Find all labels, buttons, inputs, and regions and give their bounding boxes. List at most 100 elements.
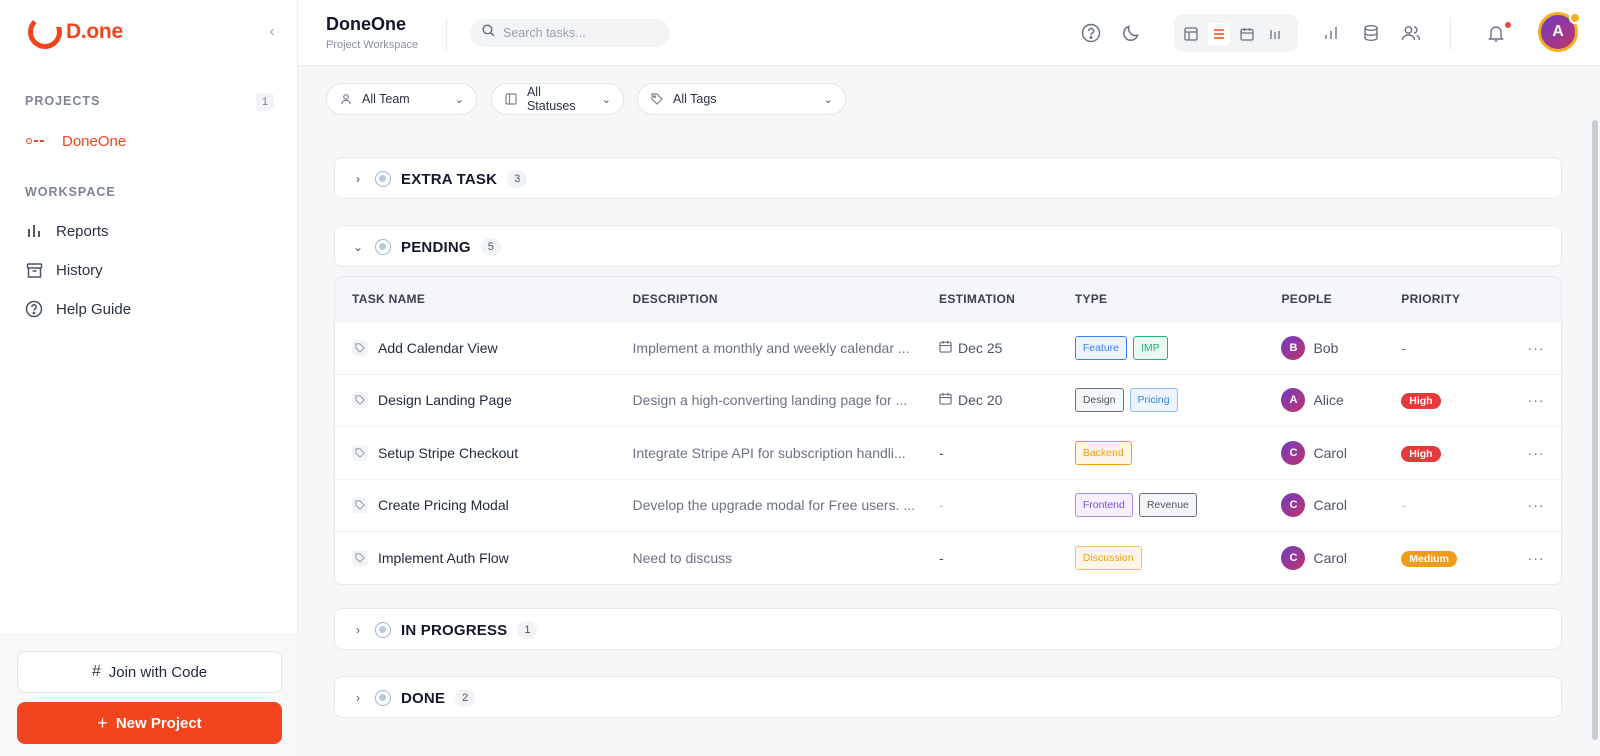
sidebar-item-reports[interactable]: Reports: [25, 218, 109, 244]
view-switcher: [1174, 14, 1298, 52]
type-tag[interactable]: Discussion: [1074, 545, 1142, 570]
avatar-status-badge: [1569, 12, 1581, 24]
status-circle-icon: [375, 239, 391, 255]
person-name: Alice: [1313, 392, 1344, 409]
type-tag[interactable]: IMP: [1133, 335, 1168, 360]
group-name: DONE: [401, 689, 446, 707]
priority-badge: High: [1401, 445, 1441, 462]
brand-logo[interactable]: D.one: [28, 14, 123, 50]
header-divider: [446, 18, 447, 50]
task-description: Integrate Stripe API for subscription ha…: [632, 444, 906, 461]
group-done: › DONE 2: [334, 676, 1562, 718]
hash-icon: #: [91, 663, 101, 680]
filter-tags-dropdown[interactable]: All Tags ⌄: [637, 83, 846, 115]
page-subtitle: Project Workspace: [326, 39, 419, 51]
task-name[interactable]: Create Pricing Modal: [378, 497, 509, 513]
task-description: Design a high-converting landing page fo…: [632, 392, 908, 409]
pending-task-table: TASK NAME DESCRIPTION ESTIMATION TYPE PE…: [334, 276, 1562, 585]
database-icon[interactable]: [1358, 20, 1384, 46]
person-name: Bob: [1313, 339, 1339, 356]
table-header: TASK NAME DESCRIPTION ESTIMATION TYPE PE…: [335, 277, 1561, 321]
type-tag[interactable]: Design: [1074, 388, 1124, 413]
priority-value: -: [1401, 497, 1406, 514]
filter-status-label: All Statuses: [526, 85, 576, 113]
filter-team-dropdown[interactable]: All Team ⌄: [326, 83, 477, 115]
projects-count: 1: [256, 93, 274, 111]
group-extra-task-header[interactable]: › EXTRA TASK 3: [335, 158, 1561, 200]
type-tag[interactable]: Pricing: [1129, 388, 1178, 413]
search-box[interactable]: [470, 19, 670, 47]
board-view-icon[interactable]: [1180, 23, 1202, 45]
group-in-progress-header[interactable]: › IN PROGRESS 1: [335, 609, 1561, 651]
task-name[interactable]: Add Calendar View: [378, 340, 498, 356]
team-users-icon[interactable]: [1398, 20, 1424, 46]
table-row[interactable]: Setup Stripe Checkout Integrate Stripe A…: [335, 426, 1561, 479]
col-priority: PRIORITY: [1401, 292, 1461, 306]
table-row[interactable]: Create Pricing Modal Develop the upgrade…: [335, 478, 1561, 532]
analytics-icon[interactable]: [1318, 20, 1344, 46]
priority-badge: Medium: [1401, 550, 1457, 567]
task-description: Need to discuss: [632, 549, 733, 566]
type-tag[interactable]: Frontend: [1074, 493, 1133, 518]
task-name[interactable]: Setup Stripe Checkout: [378, 445, 518, 461]
more-options-icon[interactable]: ···: [1511, 550, 1561, 566]
columns-view-icon[interactable]: [1264, 23, 1286, 45]
task-estimation: -: [939, 444, 944, 461]
group-count: 1: [517, 621, 538, 639]
dark-mode-moon-icon[interactable]: [1118, 20, 1144, 46]
search-icon: [482, 24, 495, 42]
task-estimation: -: [939, 497, 944, 514]
group-done-header[interactable]: › DONE 2: [335, 677, 1561, 719]
scrollbar-thumb[interactable]: [1592, 120, 1598, 740]
tag-icon: [352, 497, 368, 514]
task-estimation: Dec 25: [958, 339, 1003, 356]
more-options-icon[interactable]: ···: [1511, 445, 1561, 461]
type-tag[interactable]: Revenue: [1138, 493, 1197, 518]
avatar: C: [1281, 440, 1306, 465]
avatar: B: [1281, 335, 1306, 360]
task-description: Develop the upgrade modal for Free users…: [632, 497, 916, 514]
sidebar-item-label: Reports: [56, 222, 109, 240]
chevron-down-icon: ⌄: [352, 240, 364, 254]
filter-status-dropdown[interactable]: All Statuses ⌄: [491, 83, 624, 115]
brand-name: D.one: [66, 20, 123, 43]
tag-icon: [352, 549, 368, 566]
sidebar-item-help-guide[interactable]: Help Guide: [25, 296, 131, 322]
group-count: 2: [455, 689, 476, 707]
more-options-icon[interactable]: ···: [1511, 340, 1561, 356]
priority-value: -: [1401, 339, 1406, 356]
type-tag[interactable]: Backend: [1074, 440, 1132, 465]
more-options-icon[interactable]: ···: [1511, 497, 1561, 513]
task-description: Implement a monthly and weekly calendar …: [632, 339, 910, 356]
table-row[interactable]: Design Landing Page Design a high-conver…: [335, 373, 1561, 427]
group-count: 3: [507, 170, 528, 188]
col-task-name: TASK NAME: [352, 292, 426, 306]
task-name[interactable]: Design Landing Page: [378, 392, 512, 408]
sidebar-item-history[interactable]: History: [25, 257, 103, 283]
tag-icon: [352, 444, 368, 461]
list-view-icon[interactable]: [1208, 23, 1230, 45]
table-row[interactable]: Add Calendar View Implement a monthly an…: [335, 321, 1561, 374]
task-name[interactable]: Implement Auth Flow: [378, 550, 509, 566]
sidebar-project-doneone[interactable]: DoneOne: [26, 128, 126, 154]
group-in-progress: › IN PROGRESS 1: [334, 608, 1562, 650]
type-tag[interactable]: Feature: [1074, 335, 1127, 360]
calendar-view-icon[interactable]: [1236, 23, 1258, 45]
more-options-icon[interactable]: ···: [1511, 392, 1561, 408]
sidebar-item-label: History: [56, 261, 103, 279]
calendar-icon: [939, 340, 952, 356]
collapse-sidebar-button[interactable]: ‹: [262, 22, 282, 42]
new-project-button[interactable]: + New Project: [17, 702, 282, 744]
user-icon: [339, 92, 353, 106]
tag-icon: [352, 339, 368, 356]
group-name: EXTRA TASK: [401, 170, 498, 188]
join-with-code-label: Join with Code: [108, 663, 208, 681]
help-icon[interactable]: [1078, 20, 1104, 46]
search-input[interactable]: [503, 26, 653, 40]
group-count: 5: [480, 238, 501, 256]
join-with-code-button[interactable]: # Join with Code: [17, 651, 282, 693]
columns-icon: [504, 92, 518, 106]
group-pending-header[interactable]: ⌄ PENDING 5: [335, 226, 1561, 268]
table-row[interactable]: Implement Auth Flow Need to discuss - Di…: [335, 531, 1561, 584]
bar-chart-icon: [25, 222, 43, 240]
